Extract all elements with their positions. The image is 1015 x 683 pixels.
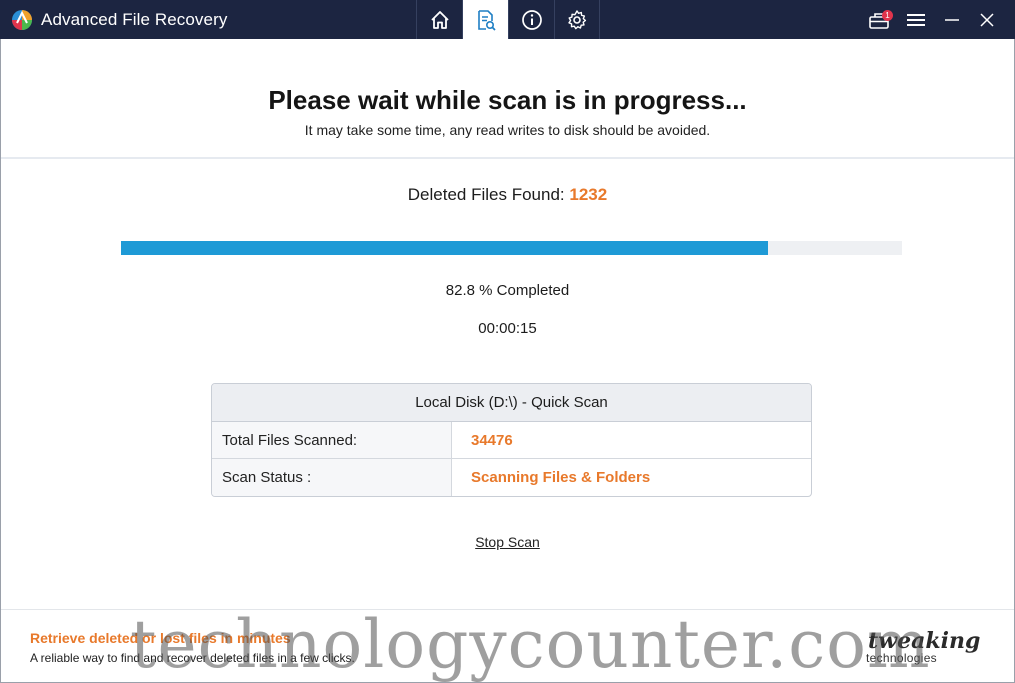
progress-fill (121, 241, 768, 255)
close-button[interactable] (969, 0, 1005, 39)
total-files-value: 34476 (471, 432, 513, 449)
tab-about[interactable] (508, 0, 554, 39)
brand-logo: tweaking technologies (866, 628, 986, 668)
page-subtitle: It may take some time, any read writes t… (304, 122, 711, 138)
tab-scan[interactable] (462, 0, 508, 39)
footer-divider (1, 609, 1014, 610)
tab-home[interactable] (416, 0, 462, 39)
page-title: Please wait while scan is in progress... (268, 85, 747, 115)
progress-bar (121, 241, 902, 255)
info-icon (521, 9, 542, 30)
hamburger-icon (907, 13, 925, 26)
minimize-icon (945, 18, 959, 21)
brand-tagline: technologies (866, 651, 937, 665)
stop-scan-row: Stop Scan (0, 534, 1015, 550)
tab-settings[interactable] (554, 0, 600, 39)
minimize-button[interactable] (934, 0, 970, 39)
stop-scan-link[interactable]: Stop Scan (475, 534, 540, 550)
table-row: Total Files Scanned: 34476 (212, 422, 811, 459)
scan-status-value: Scanning Files & Folders (471, 469, 651, 486)
table-row: Scan Status : Scanning Files & Folders (212, 459, 811, 496)
promo-subtitle: A reliable way to find and recover delet… (30, 651, 355, 665)
app-logo-icon (12, 10, 32, 30)
app-title: Advanced File Recovery (41, 10, 228, 29)
found-label: Deleted Files Found: (407, 185, 570, 204)
toolbox-button[interactable]: 1 (861, 0, 897, 39)
gear-icon (568, 9, 587, 29)
home-icon (430, 10, 449, 29)
notification-badge: 1 (882, 10, 893, 21)
scan-details-header: Local Disk (D:\) - Quick Scan (212, 384, 811, 422)
scan-details-table: Local Disk (D:\) - Quick Scan Total File… (211, 383, 812, 497)
found-count: 1232 (569, 185, 608, 204)
total-files-label: Total Files Scanned: (212, 422, 452, 458)
title-bar: Advanced File Recovery 1 (0, 0, 1015, 39)
deleted-files-found: Deleted Files Found: 1232 (0, 185, 1015, 205)
divider (1, 157, 1014, 159)
menu-button[interactable] (898, 0, 934, 39)
progress-percent: 82.8 % Completed (445, 282, 570, 299)
scan-icon (477, 9, 496, 31)
close-icon (980, 12, 994, 27)
elapsed-time: 00:00:15 (478, 320, 537, 337)
scan-status-label: Scan Status : (212, 459, 452, 496)
promo-title: Retrieve deleted or lost files in minute… (30, 630, 291, 646)
